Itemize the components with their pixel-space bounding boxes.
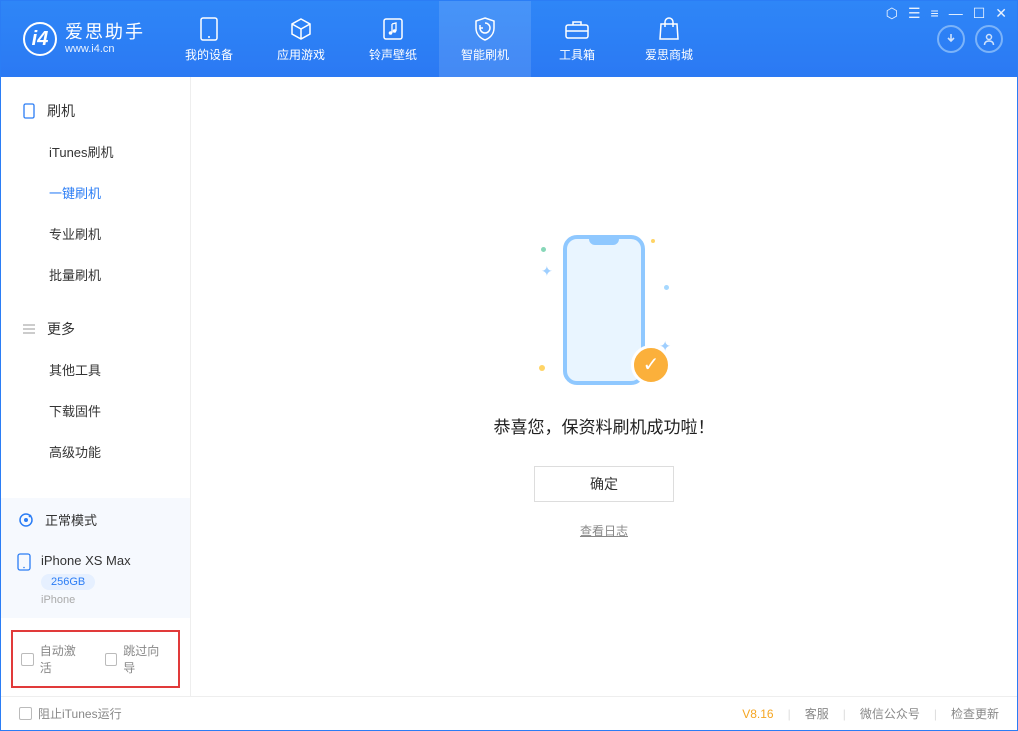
checkbox-skip-guide[interactable]: 跳过向导: [105, 642, 171, 676]
footer-link-update[interactable]: 检查更新: [951, 705, 999, 722]
sidebar-section-more[interactable]: 更多: [1, 309, 190, 349]
device-name: iPhone XS Max: [41, 553, 131, 568]
cube-icon: [288, 16, 314, 42]
footer: 阻止iTunes运行 V8.16 | 客服 | 微信公众号 | 检查更新: [1, 696, 1017, 730]
bag-icon: [656, 16, 682, 42]
list-icon[interactable]: ☰: [908, 5, 921, 22]
device-mode[interactable]: 正常模式: [1, 498, 190, 541]
close-icon[interactable]: ✕: [995, 5, 1007, 22]
app-url: www.i4.cn: [65, 43, 145, 55]
sidebar-item-pro-flash[interactable]: 专业刷机: [1, 213, 190, 254]
sidebar-item-batch-flash[interactable]: 批量刷机: [1, 254, 190, 295]
menu-icon[interactable]: ≡: [931, 5, 939, 22]
ok-button[interactable]: 确定: [534, 466, 674, 502]
checkbox-row: 自动激活 跳过向导: [11, 630, 180, 688]
sidebar-item-download-firmware[interactable]: 下载固件: [1, 390, 190, 431]
device-info[interactable]: iPhone XS Max 256GB iPhone: [1, 541, 190, 618]
device-type: iPhone: [41, 594, 131, 606]
app-name: 爱思助手: [65, 23, 145, 43]
phone-icon: [21, 103, 37, 119]
tab-flash[interactable]: 智能刷机: [439, 1, 531, 77]
minimize-icon[interactable]: —: [949, 5, 963, 22]
footer-link-wechat[interactable]: 微信公众号: [860, 705, 920, 722]
shield-icon: [472, 16, 498, 42]
header-tabs: 我的设备 应用游戏 铃声壁纸 智能刷机 工具箱 爱思商城: [163, 1, 715, 77]
check-icon: ✓: [631, 345, 671, 385]
tab-apps[interactable]: 应用游戏: [255, 1, 347, 77]
sidebar-item-itunes-flash[interactable]: iTunes刷机: [1, 131, 190, 172]
version-label: V8.16: [742, 707, 773, 721]
tab-ringtones[interactable]: 铃声壁纸: [347, 1, 439, 77]
main-content: ✦✦ ✓ 恭喜您，保资料刷机成功啦！ 确定 查看日志: [191, 77, 1017, 696]
checkbox-block-itunes[interactable]: 阻止iTunes运行: [19, 705, 122, 722]
device-icon: [196, 16, 222, 42]
checkbox-box: [21, 653, 34, 666]
window-controls: ⬡ ☰ ≡ — ☐ ✕: [886, 5, 1007, 22]
checkbox-auto-activate[interactable]: 自动激活: [21, 642, 87, 676]
shirt-icon[interactable]: ⬡: [886, 5, 898, 22]
logo[interactable]: i4 爱思助手 www.i4.cn: [1, 1, 163, 77]
music-icon: [380, 16, 406, 42]
footer-link-support[interactable]: 客服: [805, 705, 829, 722]
tab-my-device[interactable]: 我的设备: [163, 1, 255, 77]
device-icon-small: [17, 553, 31, 571]
checkbox-box: [105, 653, 118, 666]
success-message: 恭喜您，保资料刷机成功啦！: [494, 413, 715, 438]
maximize-icon[interactable]: ☐: [973, 5, 986, 22]
mode-icon: [17, 511, 35, 529]
success-illustration: ✦✦ ✓: [539, 235, 669, 395]
more-icon: [21, 321, 37, 337]
tab-toolbox[interactable]: 工具箱: [531, 1, 623, 77]
sidebar: 刷机 iTunes刷机 一键刷机 专业刷机 批量刷机 更多 其他工具 下载固件 …: [1, 77, 191, 696]
tab-store[interactable]: 爱思商城: [623, 1, 715, 77]
sidebar-item-oneclick-flash[interactable]: 一键刷机: [1, 172, 190, 213]
checkbox-box: [19, 707, 32, 720]
download-button[interactable]: [937, 25, 965, 53]
toolbox-icon: [564, 16, 590, 42]
user-button[interactable]: [975, 25, 1003, 53]
sidebar-item-advanced[interactable]: 高级功能: [1, 431, 190, 472]
view-log-link[interactable]: 查看日志: [580, 522, 628, 539]
sidebar-section-flash[interactable]: 刷机: [1, 91, 190, 131]
sidebar-item-other-tools[interactable]: 其他工具: [1, 349, 190, 390]
header: ⬡ ☰ ≡ — ☐ ✕ i4 爱思助手 www.i4.cn 我的设备 应用游戏: [1, 1, 1017, 77]
logo-icon: i4: [23, 22, 57, 56]
device-storage: 256GB: [41, 574, 95, 590]
